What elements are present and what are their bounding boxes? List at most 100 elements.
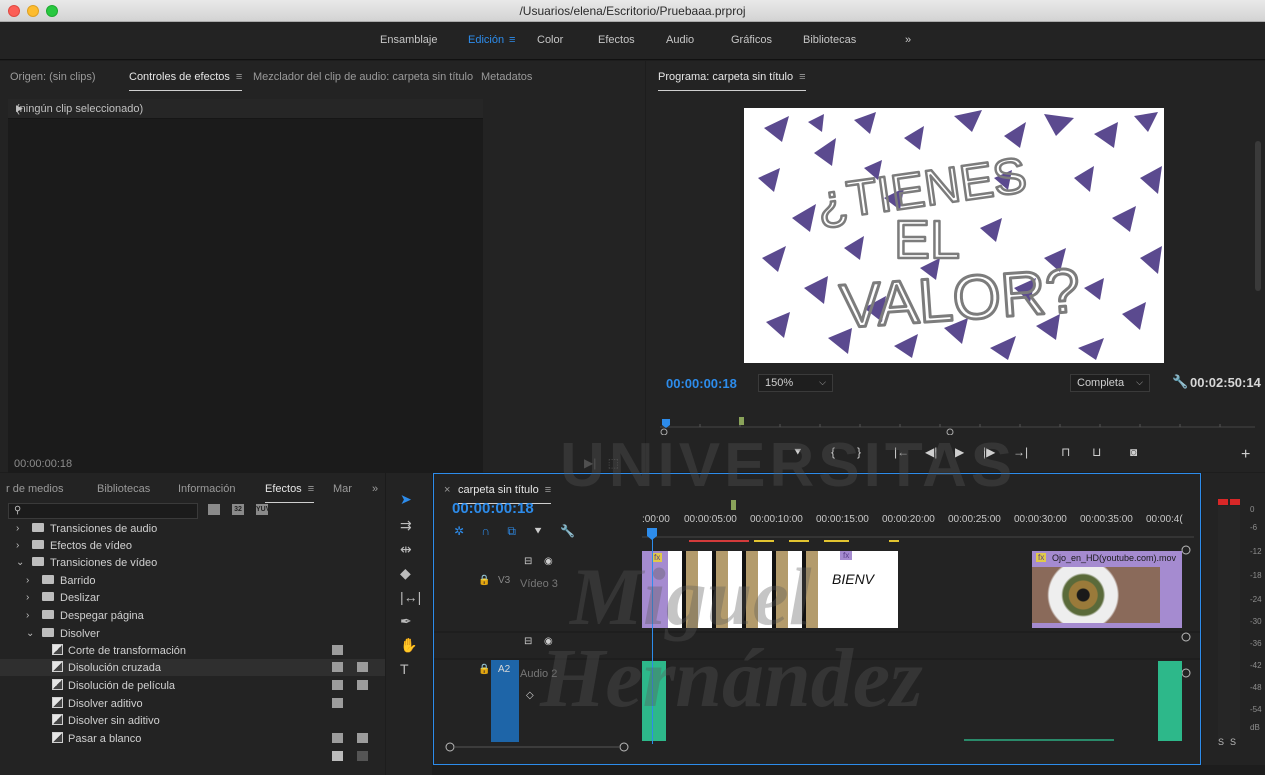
tab-audio-clip-mixer[interactable]: Mezclador del clip de audio: carpeta sin…	[253, 71, 473, 83]
effects-search-input[interactable]: ⚲	[8, 503, 198, 519]
tab-media-browser[interactable]: r de medios	[6, 483, 63, 495]
workspace-graficos[interactable]: Gráficos	[731, 34, 772, 46]
program-title: Programa: carpeta sin título	[658, 71, 794, 83]
toggle-sync-lock-icon[interactable]: ⊟	[524, 556, 532, 567]
tree-item-video-effects[interactable]: › Efectos de vídeo	[0, 537, 385, 554]
eye-icon[interactable]: ◉	[544, 556, 553, 567]
go-to-out-icon[interactable]: →|	[1013, 445, 1028, 459]
db-label: -36	[1250, 639, 1262, 648]
tree-item-disolver[interactable]: ⌄ Disolver	[0, 625, 385, 642]
keyframe-icon[interactable]: ◇	[526, 690, 534, 701]
workspace-edicion[interactable]: Edición	[468, 34, 504, 46]
type-tool-icon[interactable]: T	[400, 661, 409, 677]
expand-arrow-icon[interactable]: ▶	[16, 103, 475, 114]
tab-info[interactable]: Información	[178, 483, 235, 495]
tree-item-disolver-aditivo[interactable]: Disolver aditivo	[0, 695, 385, 712]
workspaces-bar: Ensamblaje Edición ≡ Color Efectos Audio…	[0, 22, 1265, 60]
step-back-icon[interactable]: ◀|	[925, 445, 937, 459]
razor-tool-icon[interactable]: ◆	[400, 565, 411, 582]
meter-peak-left	[1218, 499, 1228, 505]
play-only-audio-icon[interactable]: ▶︎|	[584, 456, 596, 470]
program-time-ruler[interactable]	[660, 417, 1255, 436]
playhead[interactable]	[652, 530, 653, 744]
pen-tool-icon[interactable]: ✒	[400, 613, 412, 630]
mark-in-icon[interactable]: {	[831, 445, 835, 459]
workspace-efectos[interactable]: Efectos	[598, 34, 635, 46]
extract-icon[interactable]: ⊔	[1092, 445, 1101, 459]
panel-menu-icon[interactable]: ≡	[236, 71, 242, 83]
program-scrollbar[interactable]	[1255, 141, 1261, 291]
wrench-icon[interactable]: 🔧	[1172, 374, 1188, 390]
add-marker-icon[interactable]: ⯆	[793, 445, 803, 460]
tree-item-video-transitions[interactable]: ⌄ Transiciones de vídeo	[0, 554, 385, 571]
chevron-right-icon: ›	[16, 523, 20, 534]
workspace-ensamblaje[interactable]: Ensamblaje	[380, 34, 437, 46]
tree-item-despegar-pagina[interactable]: › Despegar página	[0, 607, 385, 624]
eye-icon[interactable]: ◉	[544, 636, 553, 647]
step-forward-icon[interactable]: |▶	[983, 445, 995, 459]
lift-icon[interactable]: ⊓	[1061, 445, 1070, 459]
video-clip-ojo[interactable]: fx Ojo_en_HD(youtube.com).mov	[1032, 551, 1182, 628]
effects-menu-icon[interactable]: ≡	[308, 483, 314, 495]
title-clip-text: BIENV	[832, 571, 875, 587]
hand-tool-icon[interactable]: ✋	[400, 637, 417, 654]
tab-libraries[interactable]: Bibliotecas	[97, 483, 150, 495]
solo-left-button[interactable]: S	[1218, 737, 1224, 747]
video-clip-strip[interactable]	[668, 551, 828, 628]
export-frame-icon[interactable]: ⬚	[608, 456, 619, 470]
tab-effect-controls[interactable]: Controles de efectos ≡	[129, 71, 243, 91]
track-select-tool-icon[interactable]: ⇉	[400, 517, 412, 534]
audio-clip[interactable]	[642, 661, 666, 741]
tree-item-audio-transitions[interactable]: › Transiciones de audio	[0, 520, 385, 537]
32bit-effects-filter-icon[interactable]: 32	[232, 504, 244, 515]
fx-badge: fx	[652, 553, 663, 562]
db-label: -48	[1250, 683, 1262, 692]
tree-item-disolucion-cruzada[interactable]: Disolución cruzada	[0, 659, 385, 676]
toggle-sync-lock-icon[interactable]: ⊟	[524, 636, 532, 647]
workspaces-overflow-button[interactable]: »	[905, 34, 911, 46]
resolution-select[interactable]: Completa ⌵	[1070, 374, 1150, 392]
lock-icon[interactable]: 🔒	[478, 575, 490, 586]
tree-item-label: Corte de transformación	[68, 645, 186, 657]
go-to-in-icon[interactable]: |←	[894, 445, 909, 459]
camera-icon[interactable]: ◙	[1130, 445, 1137, 459]
workspace-bibliotecas[interactable]: Bibliotecas	[803, 34, 856, 46]
tab-effects[interactable]: Efectos ≡	[265, 483, 315, 503]
tree-item-barrido[interactable]: › Barrido	[0, 572, 385, 589]
ripple-edit-tool-icon[interactable]: ⇹	[400, 541, 412, 558]
yuv-effects-filter-icon[interactable]: YUV	[256, 504, 270, 515]
tree-item-disolucion-pelicula[interactable]: Disolución de película	[0, 677, 385, 694]
tab-metadata[interactable]: Metadatos	[481, 71, 532, 83]
play-icon[interactable]: ▶	[955, 445, 964, 459]
trash-icon[interactable]	[357, 751, 368, 761]
effects-tabs-overflow[interactable]: »	[372, 483, 378, 495]
tab-program[interactable]: Programa: carpeta sin título ≡	[658, 71, 806, 91]
program-video-frame[interactable]: ¿TIENES EL VALOR?	[744, 108, 1164, 363]
program-timecode[interactable]: 00:00:00:18	[666, 376, 737, 391]
mark-out-icon[interactable]: }	[857, 445, 861, 459]
workspace-audio[interactable]: Audio	[666, 34, 694, 46]
zoom-select[interactable]: 150% ⌵	[758, 374, 833, 392]
tree-item-pasar-a-blanco[interactable]: Pasar a blanco	[0, 730, 385, 747]
selection-tool-icon[interactable]: ➤	[400, 491, 412, 508]
workspace-color[interactable]: Color	[537, 34, 563, 46]
tab-markers[interactable]: Mar	[333, 483, 352, 495]
tab-source[interactable]: Origen: (sin clips)	[10, 71, 96, 83]
program-menu-icon[interactable]: ≡	[799, 71, 805, 83]
accelerated-badge-icon	[332, 680, 343, 690]
video-clip-title[interactable]: fx BIENV	[828, 551, 898, 628]
workspace-menu-icon[interactable]: ≡	[509, 34, 515, 46]
video-clip[interactable]: fx	[642, 551, 668, 628]
accelerated-effects-filter-icon[interactable]	[208, 504, 220, 515]
fx-badge: fx	[1036, 553, 1047, 562]
solo-right-button[interactable]: S	[1230, 737, 1236, 747]
tree-item-disolver-sin-aditivo[interactable]: Disolver sin aditivo	[0, 712, 385, 729]
button-editor-plus-icon[interactable]: +	[1241, 446, 1250, 464]
tree-item-deslizar[interactable]: › Deslizar	[0, 589, 385, 606]
new-bin-icon[interactable]	[332, 751, 343, 761]
lock-icon[interactable]: 🔒	[478, 664, 490, 675]
slip-tool-icon[interactable]: |↔|	[400, 589, 421, 605]
accelerated-badge-icon	[332, 645, 343, 655]
tree-item-corte-transformacion[interactable]: Corte de transformación	[0, 642, 385, 659]
audio-clip[interactable]	[1158, 661, 1182, 741]
